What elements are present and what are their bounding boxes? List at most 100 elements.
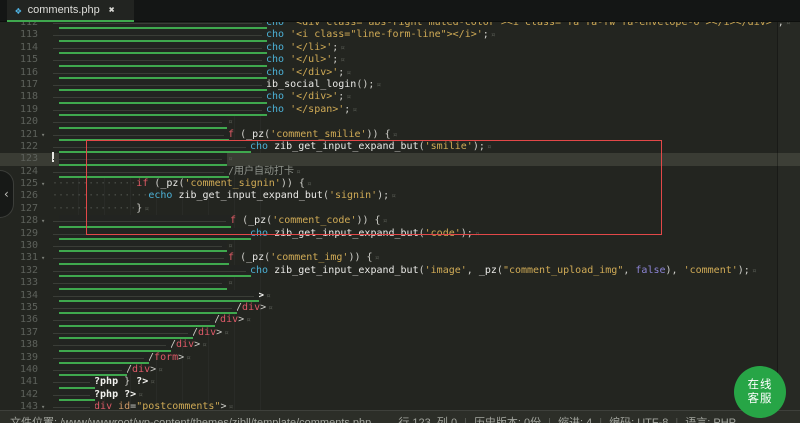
code-line[interactable]: 119 echo '</span>';¤ [0,104,800,116]
online-support-badge[interactable]: 在线 客服 [734,366,786,418]
code-line[interactable]: 117zib_social_login();¤ [0,79,800,91]
code-line[interactable]: 138</div>¤ [0,339,800,351]
code-line[interactable]: 125▾··············if (_pz('comment_signi… [0,178,800,190]
line-content: }¤ [52,153,233,165]
token-pun: > [260,302,266,313]
fold-marker-icon[interactable]: ▾ [41,129,51,141]
code-line[interactable]: 136</div>¤ [0,314,800,326]
indent-whitespace [59,67,267,79]
line-number: 137 [0,327,38,339]
line-content: }¤ [52,240,233,252]
indent-whitespace [59,79,267,91]
token-pun: )) { [367,129,391,140]
code-line[interactable]: 120}¤ [0,116,800,128]
token-pun: ( [234,252,246,263]
line-number: 123 [0,153,38,165]
code-line[interactable]: 114echo '</li>';¤ [0,42,800,54]
line-content: <?php } ?>¤ [52,376,155,388]
token-fn: zib_get_input_expand_but [274,228,419,239]
code-line[interactable]: 132echo zib_get_input_expand_but('image'… [0,265,800,277]
eol-marker: ¤ [346,68,351,77]
code-line[interactable]: 127··············}¤ [0,203,800,215]
fold-marker-icon[interactable]: ▾ [41,401,51,410]
token-bool: false [635,265,665,276]
line-content: ?>¤ [52,290,271,302]
editor-pane[interactable]: 112echo '<div class="abs-right muted-col… [0,22,800,410]
fold-marker-icon[interactable]: ▾ [41,178,51,190]
token-str: 'smilie' [425,141,473,152]
code-line[interactable]: 124//用户自动打卡¤ [0,166,800,178]
code-line[interactable]: 137</div>¤ [0,327,800,339]
line-number: 133 [0,277,38,289]
line-number: 130 [0,240,38,252]
code-line[interactable]: 123 }¤ [0,153,800,165]
token-fn: _pz [248,215,266,226]
status-bar: 文件位置: /www/wwwroot/wp-content/themes/zib… [0,410,800,423]
code-line[interactable]: 135</div>¤ [0,302,800,314]
code-line[interactable]: 116echo '</div>';¤ [0,67,800,79]
indent-whitespace: ·············· [52,203,136,215]
eol-marker: ¤ [246,315,251,324]
eol-marker: ¤ [266,291,271,300]
code-line[interactable]: 129echo zib_get_input_expand_but('code')… [0,228,800,240]
eol-marker: ¤ [346,92,351,101]
code-line[interactable]: 131▾if (_pz('comment_img')) {¤ [0,252,800,264]
badge-line-2: 客服 [748,392,773,406]
code-line[interactable]: 126················echo zib_get_input_ex… [0,190,800,202]
line-number: 116 [0,67,38,79]
code-line[interactable]: 133}¤ [0,277,800,289]
code-line[interactable]: 128▾if (_pz('comment_code')) {¤ [0,215,800,227]
code-line[interactable]: 141 <?php } ?>¤ [0,376,800,388]
token-pun: > [216,327,222,338]
indent-whitespace [59,352,149,364]
line-number: 138 [0,339,38,351]
line-content: echo '</span>';¤ [52,104,357,116]
code-line[interactable]: 122echo zib_get_input_expand_but('smilie… [0,141,800,153]
tab-comments-php[interactable]: ❖ comments.php ✖ [7,0,134,22]
code-line[interactable]: 113echo '<i class="line-form-line"></i>'… [0,29,800,41]
fold-marker-icon[interactable]: ▾ [41,215,51,227]
token-str: '<div class="abs-right muted-color"><i c… [290,22,778,28]
line-number: 139 [0,352,38,364]
indent-whitespace [59,54,267,66]
code-line[interactable]: 112echo '<div class="abs-right muted-col… [0,22,800,29]
indent-whitespace [59,290,259,302]
token-fn: _pz [479,265,497,276]
token-tag: div [220,314,238,325]
line-number: 141 [0,376,38,388]
token-str: '</div>' [290,91,338,102]
indent-whitespace [59,376,95,388]
sidebar-collapse-handle[interactable]: ‹ [0,170,14,218]
line-number: 119 [0,104,38,116]
line-content: }¤ [52,116,233,128]
code-line[interactable]: 140</div>¤ [0,364,800,376]
token-str: 'code' [425,228,461,239]
token-pun: > [178,352,184,363]
code-line[interactable]: 142<?php ?>¤ [0,389,800,401]
close-icon[interactable]: ✖ [109,5,115,16]
status-separator: | [548,417,551,423]
line-number: 122 [0,141,38,153]
eol-marker: ¤ [375,253,380,262]
code-line[interactable]: 130 }¤ [0,240,800,252]
code-line[interactable]: 139</form>¤ [0,352,800,364]
indent-whitespace [59,141,251,153]
code-line[interactable]: 121▾if (_pz('comment_smilie')) {¤ [0,129,800,141]
line-number: 140 [0,364,38,376]
token-pun: , [623,265,635,276]
eol-marker: ¤ [150,377,155,386]
indent-whitespace [59,339,171,351]
code-line[interactable]: 118echo '</div>';¤ [0,91,800,103]
token-attr: id [112,401,130,410]
token-pun: ); [461,228,473,239]
code-line[interactable]: 134?>¤ [0,290,800,302]
vertical-scrollbar[interactable] [777,22,800,410]
eol-marker: ¤ [224,328,229,337]
code-line[interactable]: 143▾<div id="postcomments">¤ [0,401,800,410]
status-separator: | [464,417,467,423]
code-line[interactable]: 115echo '</ul>';¤ [0,54,800,66]
eol-marker: ¤ [202,340,207,349]
fold-marker-icon[interactable]: ▾ [41,252,51,264]
token-str: '</span>' [290,104,344,115]
eol-marker: ¤ [487,142,492,151]
